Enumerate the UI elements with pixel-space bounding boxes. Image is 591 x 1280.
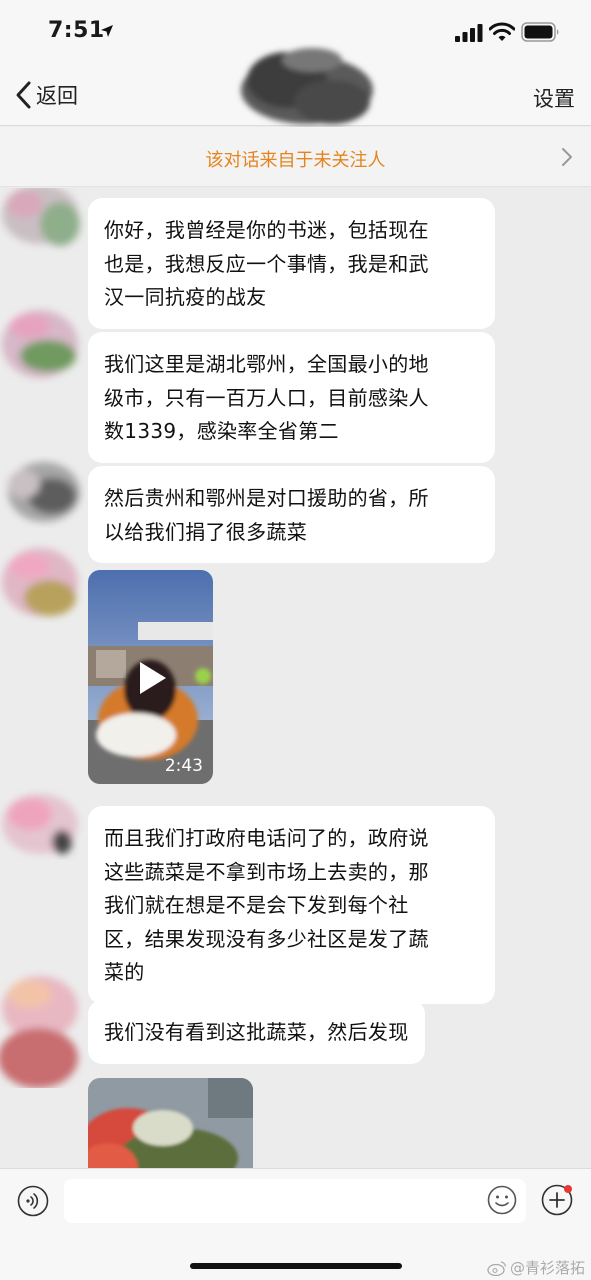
message-text: 我们没有看到这批蔬菜，然后发现 [104, 1020, 409, 1044]
video-duration: 2:43 [164, 756, 203, 776]
avatar[interactable] [0, 444, 86, 540]
battery-icon [521, 22, 559, 42]
avatar[interactable] [0, 296, 86, 392]
message-text: 你好，我曾经是你的书迷，包括现在 也是，我想反应一个事情，我是和武 汉一同抗疫的… [104, 218, 429, 309]
back-chevron-icon [16, 81, 31, 109]
message-bubble[interactable]: 你好，我曾经是你的书迷，包括现在 也是，我想反应一个事情，我是和武 汉一同抗疫的… [88, 198, 495, 329]
back-button[interactable]: 返回 [14, 78, 78, 112]
image-message[interactable] [88, 1078, 253, 1168]
watermark: @青衫落拓 [487, 1257, 585, 1278]
message-text: 而且我们打政府电话问了的，政府说 这些蔬菜是不拿到市场上去卖的，那 我们就在想是… [104, 826, 429, 984]
notification-badge [564, 1185, 572, 1193]
message-bubble[interactable]: 而且我们打政府电话问了的，政府说 这些蔬菜是不拿到市场上去卖的，那 我们就在想是… [88, 806, 495, 1004]
message-input[interactable] [64, 1179, 526, 1223]
message-bubble[interactable]: 然后贵州和鄂州是对口援助的省，所 以给我们捐了很多蔬菜 [88, 466, 495, 563]
watermark-text: @青衫落拓 [509, 1259, 585, 1277]
location-arrow-icon [101, 25, 113, 37]
avatar[interactable] [0, 188, 86, 270]
emoji-icon[interactable] [487, 1185, 517, 1215]
message-bubble[interactable]: 我们这里是湖北鄂州，全国最小的地 级市，只有一百万人口，目前感染人 数1339，… [88, 332, 495, 463]
back-label: 返回 [36, 84, 78, 108]
signal-icon [455, 24, 483, 42]
message-bubble[interactable]: 我们没有看到这批蔬菜，然后发现 [88, 1000, 425, 1064]
chevron-right-icon [562, 148, 572, 166]
plus-icon[interactable] [541, 1184, 573, 1216]
avatar[interactable] [0, 780, 86, 876]
status-time: 7:51 [48, 18, 105, 43]
avatar[interactable] [0, 538, 86, 634]
avatar[interactable] [0, 968, 86, 1088]
chat-area[interactable]: 你好，我曾经是你的书迷，包括现在 也是，我想反应一个事情，我是和武 汉一同抗疫的… [0, 188, 591, 1168]
notice-text: 该对话来自于未关注人 [205, 150, 386, 171]
video-message[interactable]: 2:43 [88, 570, 213, 784]
play-icon[interactable] [128, 656, 172, 700]
settings-button[interactable]: 设置 [533, 83, 575, 113]
message-text: 我们这里是湖北鄂州，全国最小的地 级市，只有一百万人口，目前感染人 数1339，… [104, 352, 429, 443]
wifi-icon [489, 22, 515, 41]
home-indicator [190, 1263, 402, 1269]
input-bar: @青衫落拓 [0, 1168, 591, 1280]
image-preview [88, 1078, 253, 1168]
notice-bar[interactable]: 该对话来自于未关注人 [0, 127, 591, 187]
weibo-icon [487, 1260, 507, 1276]
redacted-title [241, 48, 373, 124]
voice-icon[interactable] [17, 1185, 49, 1217]
message-text: 然后贵州和鄂州是对口援助的省，所 以给我们捐了很多蔬菜 [104, 486, 429, 544]
